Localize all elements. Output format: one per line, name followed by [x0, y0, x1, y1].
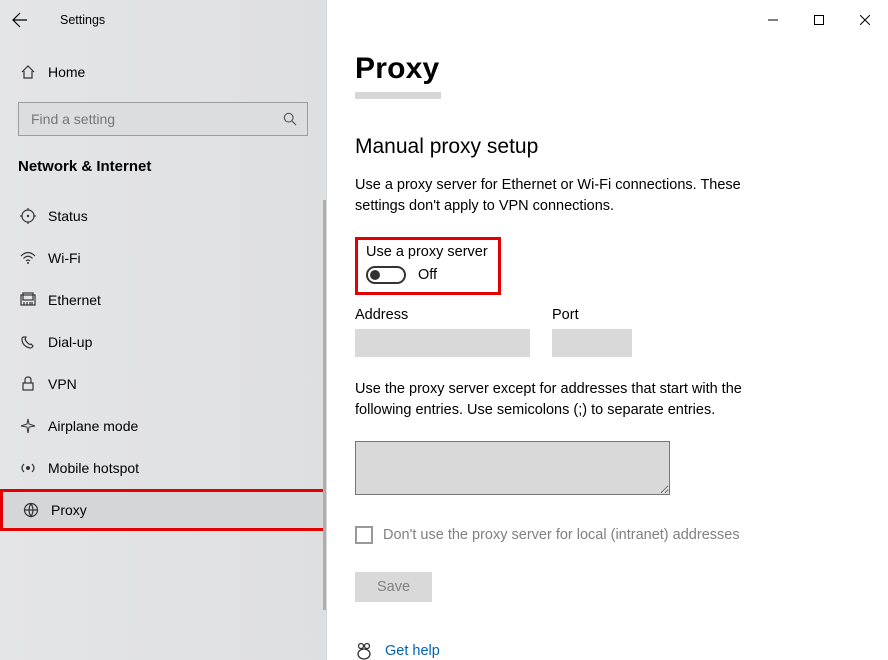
help-label: Get help [385, 643, 440, 659]
exceptions-description: Use the proxy server except for addresse… [355, 379, 785, 421]
exceptions-input[interactable] [355, 441, 670, 495]
titlebar: Settings [0, 0, 888, 40]
address-input[interactable] [355, 329, 530, 357]
settings-window: Settings Home Network & In [0, 0, 888, 660]
toggle-knob [370, 270, 380, 280]
content-pane: Proxy Manual proxy setup Use a proxy ser… [327, 0, 888, 660]
sidebar-item-airplane[interactable]: Airplane mode [0, 405, 326, 447]
airplane-icon [20, 418, 48, 434]
port-label: Port [552, 307, 632, 323]
sidebar-item-label: Wi-Fi [48, 250, 81, 266]
sidebar-item-status[interactable]: Status [0, 195, 326, 237]
sidebar-item-label: Ethernet [48, 292, 101, 308]
wifi-icon [20, 250, 48, 266]
minimize-icon [768, 15, 778, 25]
sidebar-section-label: Network & Internet [0, 154, 326, 195]
sidebar-item-wifi[interactable]: Wi-Fi [0, 237, 326, 279]
maximize-icon [814, 15, 824, 25]
maximize-button[interactable] [796, 5, 842, 35]
section-description: Use a proxy server for Ethernet or Wi-Fi… [355, 175, 785, 217]
sidebar-item-label: VPN [48, 376, 77, 392]
proxy-toggle-highlight: Use a proxy server Off [355, 237, 501, 295]
title-underline [355, 92, 441, 99]
search-input[interactable] [29, 110, 270, 128]
local-bypass-label: Don't use the proxy server for local (in… [383, 527, 740, 543]
home-label: Home [48, 64, 85, 80]
sidebar-item-label: Dial-up [48, 334, 92, 350]
sidebar-item-dialup[interactable]: Dial-up [0, 321, 326, 363]
sidebar: Home Network & Internet Status Wi-Fi [0, 0, 327, 660]
sidebar-scrollbar[interactable] [323, 200, 326, 610]
sidebar-item-vpn[interactable]: VPN [0, 363, 326, 405]
search-box[interactable] [18, 102, 308, 136]
arrow-left-icon [12, 12, 28, 28]
home-icon [20, 64, 48, 80]
minimize-button[interactable] [750, 5, 796, 35]
home-link[interactable]: Home [0, 52, 326, 92]
back-button[interactable] [0, 0, 40, 40]
close-button[interactable] [842, 5, 888, 35]
help-icon [355, 642, 373, 660]
sidebar-item-label: Status [48, 208, 88, 224]
save-button[interactable]: Save [355, 572, 432, 602]
window-title: Settings [60, 13, 105, 27]
close-icon [860, 15, 870, 25]
sidebar-item-label: Airplane mode [48, 418, 138, 434]
proxy-toggle-state: Off [418, 267, 437, 283]
sidebar-item-label: Mobile hotspot [48, 460, 139, 476]
sidebar-item-hotspot[interactable]: Mobile hotspot [0, 447, 326, 489]
status-icon [20, 208, 48, 224]
proxy-icon [23, 502, 51, 518]
ethernet-icon [20, 292, 48, 308]
local-bypass-checkbox[interactable] [355, 526, 373, 544]
port-input[interactable] [552, 329, 632, 357]
nav-list: Status Wi-Fi Ethernet Dial-up [0, 195, 326, 531]
section-title: Manual proxy setup [355, 135, 860, 159]
window-controls [750, 5, 888, 35]
address-label: Address [355, 307, 530, 323]
sidebar-item-label: Proxy [51, 502, 87, 518]
sidebar-item-proxy[interactable]: Proxy [0, 489, 326, 531]
proxy-toggle[interactable] [366, 266, 406, 284]
hotspot-icon [20, 460, 48, 476]
address-port-row: Address Port [355, 307, 860, 357]
search-icon [283, 112, 297, 126]
sidebar-item-ethernet[interactable]: Ethernet [0, 279, 326, 321]
proxy-toggle-label: Use a proxy server [366, 244, 488, 260]
local-bypass-row[interactable]: Don't use the proxy server for local (in… [355, 526, 860, 544]
page-title: Proxy [355, 52, 860, 86]
dialup-icon [20, 334, 48, 350]
vpn-icon [20, 376, 48, 392]
get-help-link[interactable]: Get help [355, 642, 860, 660]
